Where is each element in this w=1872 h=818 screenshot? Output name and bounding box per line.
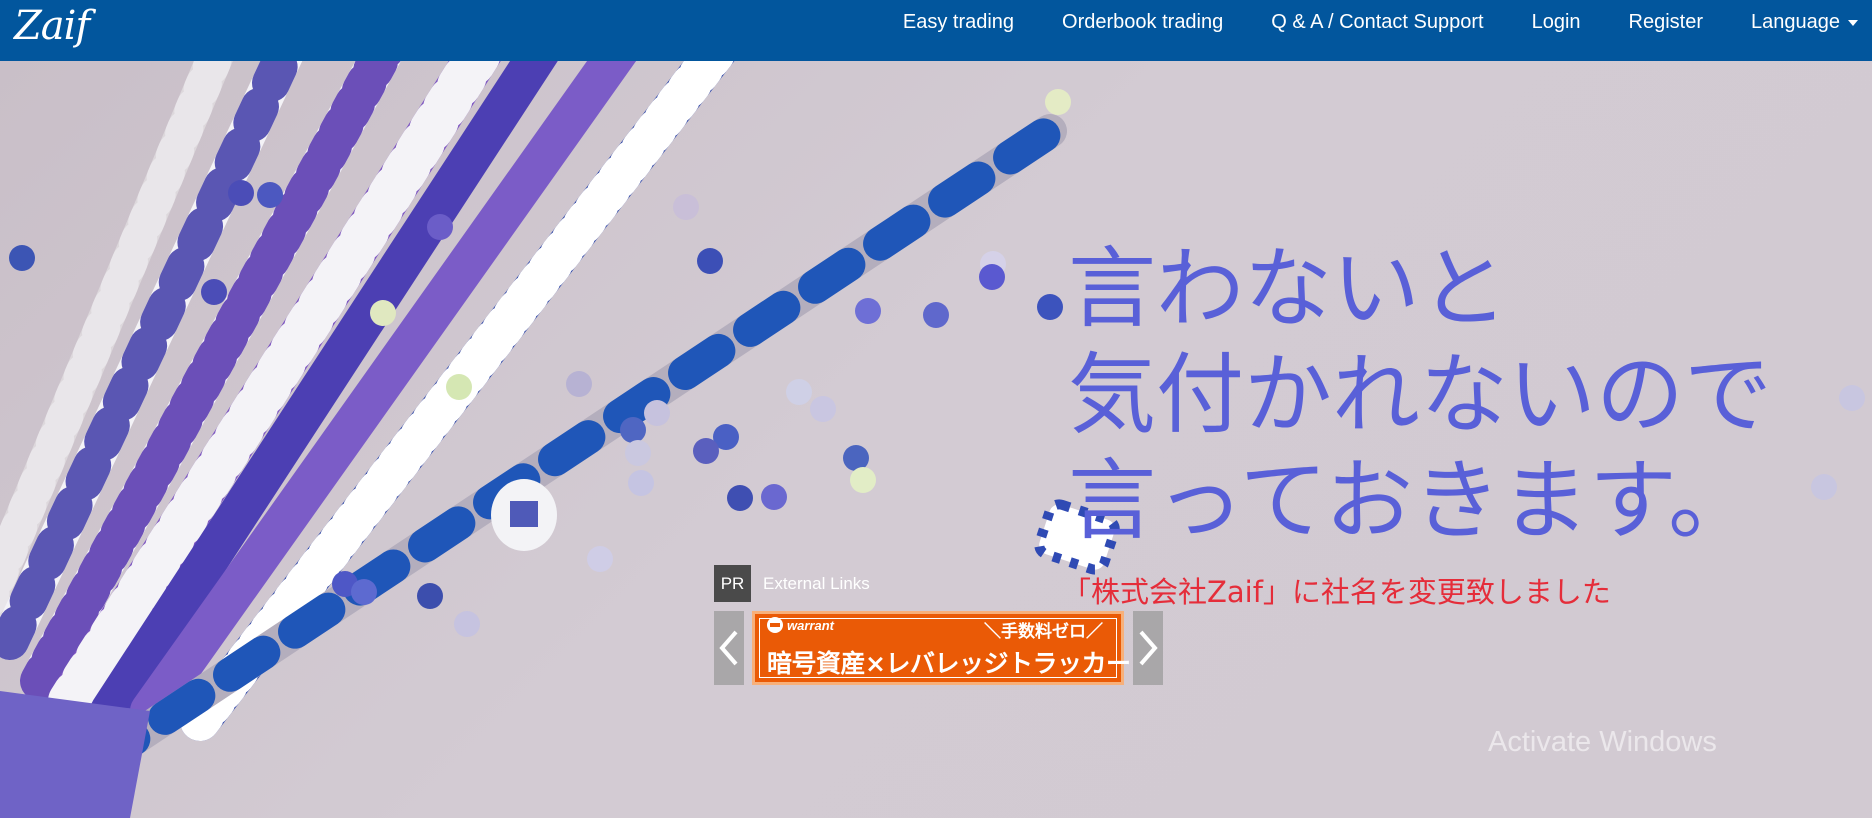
activate-windows-watermark: Activate Windows xyxy=(1488,726,1717,758)
nav-language-label: Language xyxy=(1751,10,1840,33)
headline-line-3: 言っておきます。 xyxy=(1068,449,1757,552)
banner-main-text: 暗号資産×レバレッジトラッカー xyxy=(767,649,1131,678)
main-nav: Easy trading Orderbook trading Q & A / C… xyxy=(855,0,1858,44)
nav-orderbook-trading[interactable]: Orderbook trading xyxy=(1062,11,1223,34)
nav-language-dropdown[interactable]: Language xyxy=(1751,11,1858,34)
nav-qa-contact-support[interactable]: Q & A / Contact Support xyxy=(1271,11,1483,34)
pr-header: PR External Links xyxy=(714,565,870,602)
warrant-brand-text: warrant xyxy=(787,617,834,633)
headline-line-2: 気付かれないので xyxy=(1068,343,1773,446)
nav-easy-trading[interactable]: Easy trading xyxy=(903,11,1014,34)
caret-down-icon xyxy=(1848,20,1858,26)
hero-headline: 言わないと 気付かれないので 言っておきます。 xyxy=(1068,236,1772,554)
nav-register[interactable]: Register xyxy=(1629,11,1703,34)
warrant-logo-icon xyxy=(767,617,783,633)
chevron-right-icon xyxy=(1139,630,1158,666)
carousel-next-button[interactable] xyxy=(1133,611,1163,685)
nav-login[interactable]: Login xyxy=(1532,11,1581,34)
top-navigation-bar: Zaif Easy trading Orderbook trading Q & … xyxy=(0,0,1872,61)
company-rename-notice: 「株式会社Zaif」に社名を変更致しました xyxy=(1062,575,1611,609)
warrant-ad-banner[interactable]: warrant ＼手数料ゼロ／ 暗号資産×レバレッジトラッカー xyxy=(752,611,1131,685)
external-links-label: External Links xyxy=(763,573,870,593)
pr-badge: PR xyxy=(714,565,751,602)
zaif-logo[interactable]: Zaif xyxy=(14,4,90,48)
hero-banner: 言わないと 気付かれないので 言っておきます。 「株式会社Zaif」に社名を変更… xyxy=(0,61,1872,818)
headline-line-1: 言わないと xyxy=(1068,237,1509,340)
fee-zero-tagline: ＼手数料ゼロ／ xyxy=(984,622,1103,642)
carousel-prev-button[interactable] xyxy=(714,611,744,685)
warrant-logo: warrant xyxy=(767,617,834,633)
chevron-left-icon xyxy=(719,630,738,666)
